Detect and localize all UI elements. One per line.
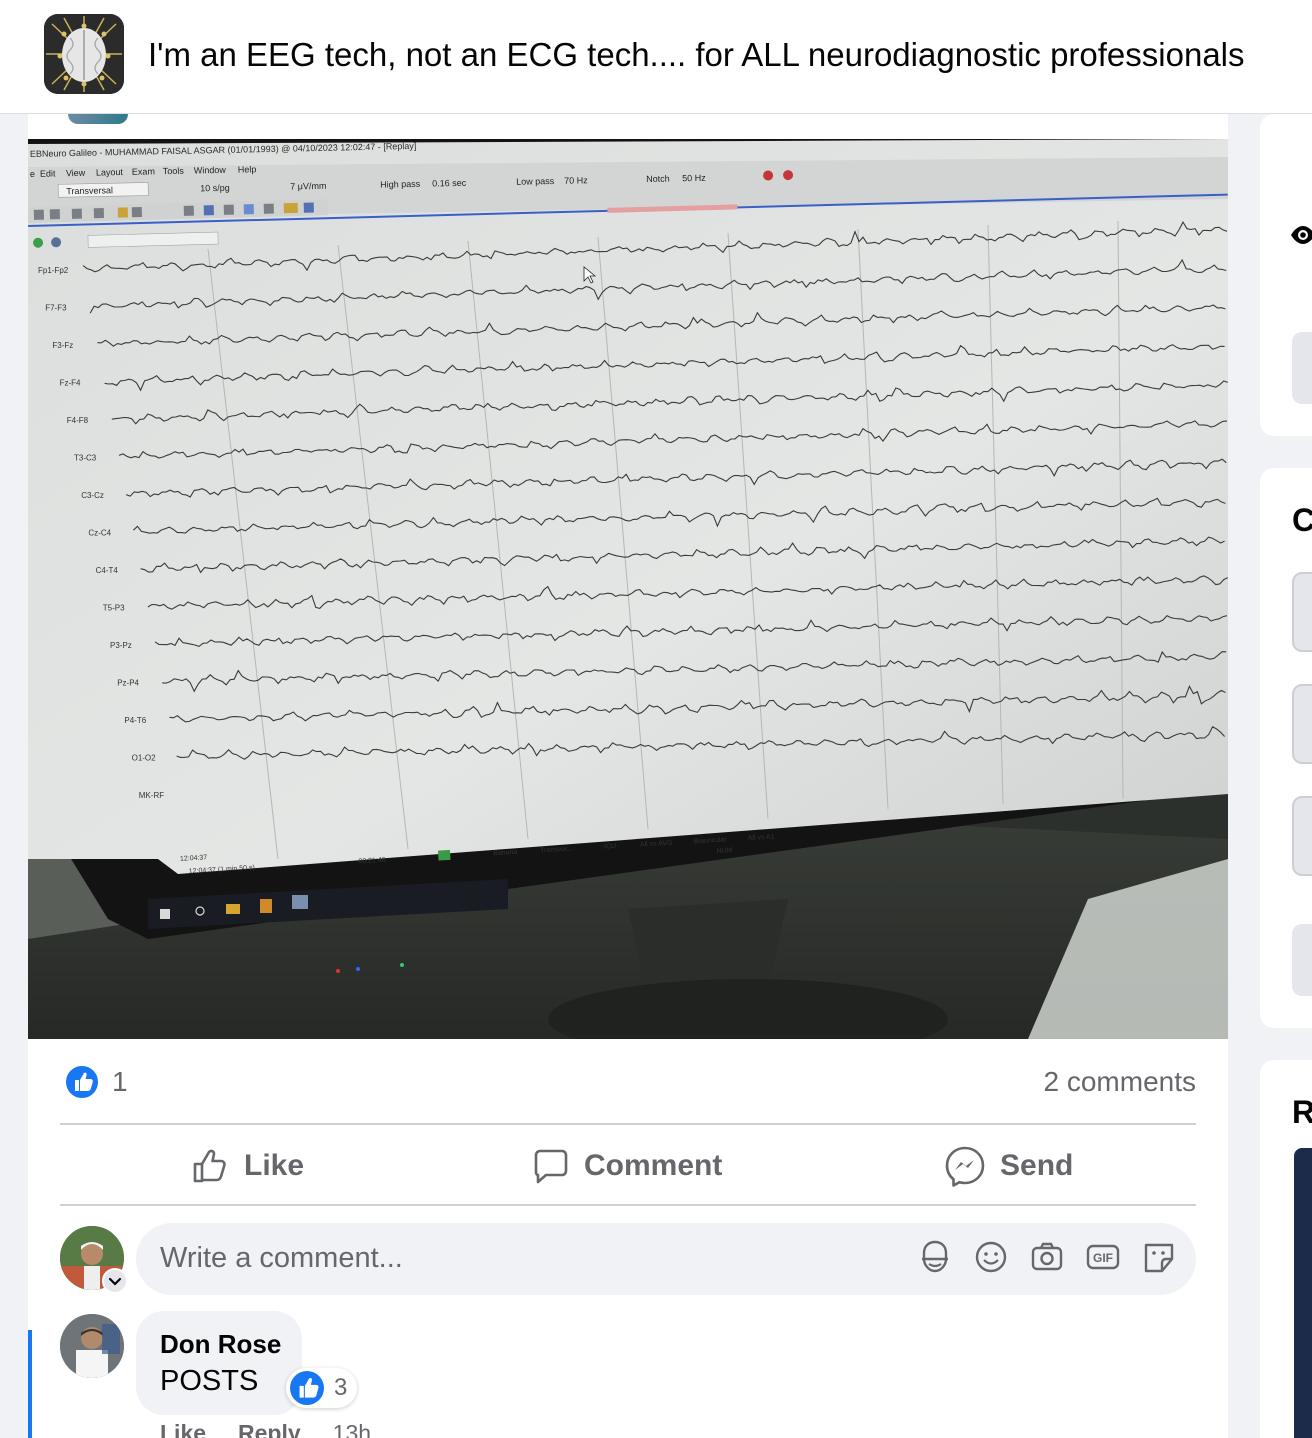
channel-label: Pz-P4 (117, 679, 139, 688)
montage-tab[interactable]: ICU (604, 843, 616, 851)
svg-text:View: View (66, 168, 86, 178)
eeg-monitor-photo: EBNeuro Galileo - MUHAMMAD FAISAL ASGAR … (28, 139, 1228, 1039)
comment-reaction-summary[interactable]: 3 (286, 1368, 358, 1408)
channel-label: T3-C3 (74, 454, 97, 463)
channel-label: Cz-C4 (88, 529, 111, 538)
channel-label: P4-T6 (124, 716, 146, 725)
group-title[interactable]: I'm an EEG tech, not an ECG tech.... for… (148, 36, 1245, 74)
speed-select[interactable]: 10 s/pg (200, 183, 230, 194)
eye-icon (1291, 226, 1312, 244)
sidebar-thumbnail[interactable] (1294, 1148, 1312, 1438)
svg-text:Window: Window (194, 165, 227, 176)
avatar-sticker-icon[interactable] (918, 1239, 952, 1275)
svg-text:High pass: High pass (380, 179, 421, 190)
svg-text:Edit: Edit (40, 168, 56, 178)
like-reaction-icon (290, 1371, 324, 1405)
comment-author[interactable]: Don Rose (160, 1329, 281, 1360)
camera-icon[interactable] (1030, 1239, 1064, 1275)
comment-timestamp[interactable]: 13h (333, 1420, 371, 1438)
comment-bubble: Don Rose POSTS (136, 1311, 302, 1415)
channel-label: T5-P3 (103, 604, 125, 613)
svg-text:GIF: GIF (1093, 1251, 1113, 1265)
sidebar-card: R (1260, 1060, 1312, 1438)
like-count[interactable]: 1 (112, 1066, 128, 1098)
send-button-label: Send (1000, 1149, 1074, 1182)
group-header: I'm an EEG tech, not an ECG tech.... for… (0, 0, 1312, 114)
divider (60, 1204, 1196, 1206)
comment-input[interactable]: Write a comment... GIF (136, 1223, 1196, 1295)
montage-tab[interactable]: Banana (493, 849, 518, 857)
sidebar-card: C (1260, 468, 1312, 1028)
sidebar-about-card (1260, 114, 1312, 436)
post-card: EBNeuro Galileo - MUHAMMAD FAISAL ASGAR … (28, 114, 1228, 1438)
svg-text:Notch: Notch (646, 174, 670, 184)
montage-select[interactable]: Transversal (66, 185, 113, 196)
sidebar-button[interactable] (1292, 924, 1312, 996)
divider (60, 1123, 1196, 1125)
like-reaction-icon[interactable] (64, 1064, 100, 1100)
sidebar-button[interactable] (1292, 684, 1312, 764)
comment-like-button[interactable]: Like (160, 1420, 206, 1438)
comments-count-link[interactable]: 2 comments (1044, 1066, 1197, 1098)
channel-label: C3-Cz (81, 491, 104, 500)
author-avatar[interactable] (68, 114, 128, 124)
sidebar-button[interactable] (1292, 332, 1312, 404)
comment-reply-button[interactable]: Reply (238, 1420, 301, 1438)
chevron-down-icon[interactable] (102, 1268, 128, 1294)
svg-text:Help: Help (238, 164, 257, 174)
like-button[interactable]: Like (190, 1144, 304, 1188)
svg-text:Layout: Layout (96, 167, 124, 178)
comment-bubble-icon (534, 1149, 568, 1184)
post-photo[interactable]: EBNeuro Galileo - MUHAMMAD FAISAL ASGAR … (28, 139, 1228, 1039)
comment-button[interactable]: Comment (532, 1144, 722, 1188)
comment-highlight-bar (28, 1330, 32, 1438)
svg-text:e: e (30, 169, 35, 179)
comment-button-label: Comment (584, 1149, 723, 1182)
gif-icon[interactable]: GIF (1086, 1239, 1120, 1275)
comment-input-placeholder: Write a comment... (160, 1242, 403, 1274)
brain-electrodes-icon (44, 14, 124, 94)
notch-select[interactable]: 50 Hz (682, 173, 706, 184)
channel-label: O1-O2 (132, 754, 157, 763)
channel-label: MK-RF (139, 791, 164, 800)
commenter-avatar[interactable] (60, 1314, 124, 1378)
sidebar-card-heading: C (1292, 502, 1312, 538)
low-pass-select[interactable]: 70 Hz (564, 175, 588, 186)
channel-label: Fz-F4 (60, 379, 81, 388)
send-button[interactable]: Send (944, 1144, 1073, 1188)
emoji-icon[interactable] (974, 1239, 1008, 1275)
high-pass-select[interactable]: 0.16 sec (432, 178, 467, 189)
sidebar-card-heading: R (1292, 1094, 1312, 1130)
comment-text: POSTS (160, 1365, 259, 1397)
channel-label: C4-T4 (96, 566, 119, 575)
channel-label: F3-Fz (52, 341, 73, 350)
comment-actions: Like Reply 13h (160, 1420, 371, 1438)
svg-text:Tools: Tools (163, 166, 185, 176)
messenger-icon (945, 1146, 985, 1187)
sidebar-button[interactable] (1292, 572, 1312, 652)
comment-reaction-count: 3 (334, 1374, 348, 1401)
sticker-icon[interactable] (1142, 1239, 1176, 1275)
group-avatar[interactable] (44, 14, 124, 94)
svg-text:NUM: NUM (716, 847, 732, 855)
channel-label: F7-F3 (45, 304, 67, 313)
sensitivity-select[interactable]: 7 μV/mm (290, 181, 326, 192)
reactions-summary: 1 2 comments (28, 1064, 1228, 1100)
like-button-label: Like (244, 1149, 305, 1182)
channel-label: P3-Pz (110, 641, 132, 650)
svg-text:Low pass: Low pass (516, 176, 555, 187)
channel-label: F4-F8 (67, 416, 89, 425)
sidebar-button[interactable] (1292, 796, 1312, 876)
svg-text:Exam: Exam (132, 166, 155, 176)
channel-label: Fp1-Fp2 (38, 266, 69, 275)
thumbs-up-icon (193, 1149, 226, 1183)
